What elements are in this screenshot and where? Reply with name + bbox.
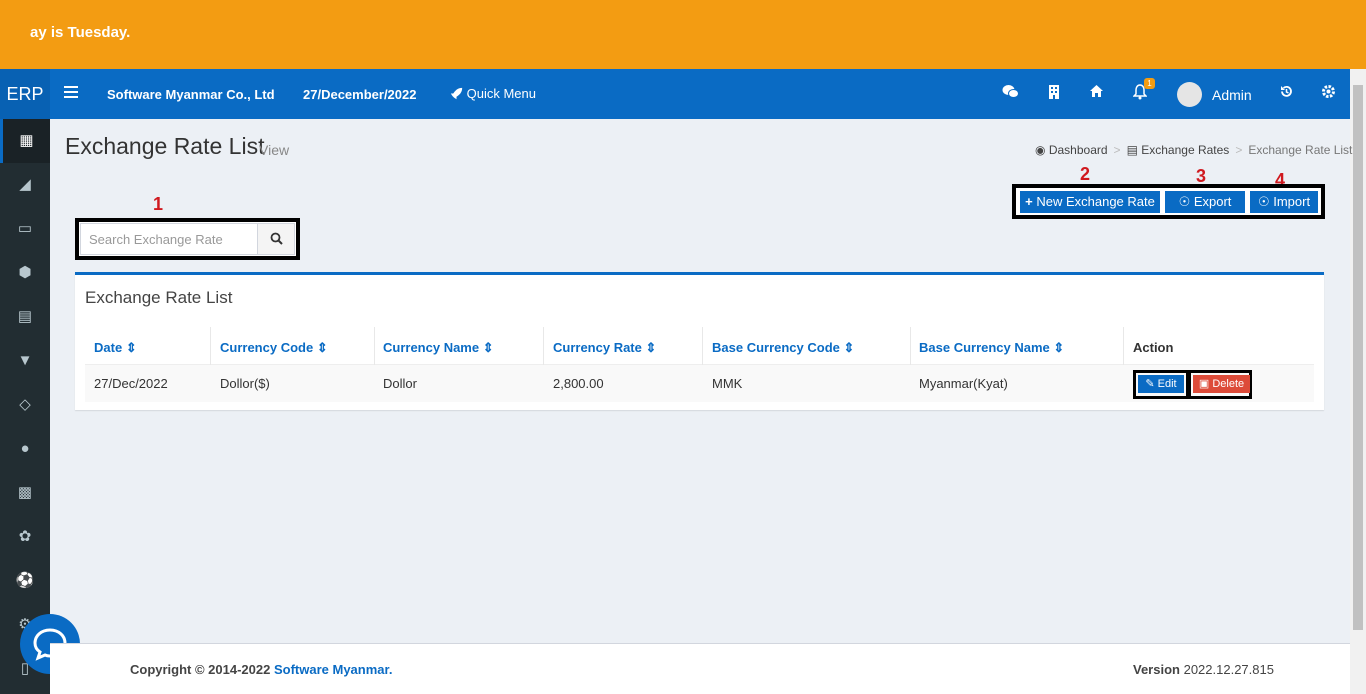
plus-icon: + xyxy=(1025,194,1033,209)
annotation-2: 2 xyxy=(1080,164,1091,184)
area-chart-icon: ◢ xyxy=(19,176,31,193)
sort-icon: ⇕ xyxy=(1053,340,1065,355)
users-icon: ● xyxy=(20,440,30,457)
futbol-icon: ⚽ xyxy=(15,572,35,589)
quick-menu-label: Quick Menu xyxy=(466,86,536,101)
sidebar-item-chart[interactable]: ◢ xyxy=(0,163,50,207)
search-button[interactable] xyxy=(257,223,295,255)
credit-card-icon: ▭ xyxy=(17,220,33,237)
cell-date: 27/Dec/2022 xyxy=(94,376,168,391)
quick-menu-link[interactable]: Quick Menu xyxy=(450,86,536,101)
copyright-text: Copyright © 2014-2022 Software Myanmar. xyxy=(130,662,393,677)
sidebar-item-card[interactable]: ▭ xyxy=(0,207,50,251)
leaf-icon: ✿ xyxy=(18,528,32,545)
current-date: 27/December/2022 xyxy=(303,87,417,102)
search-group xyxy=(75,218,300,260)
sidebar-item-industry[interactable]: ▩ xyxy=(0,471,50,515)
trash-icon: ▣ xyxy=(1198,378,1210,390)
cell-currency-rate: 2,800.00 xyxy=(553,376,604,391)
sidebar-toggle-icon[interactable] xyxy=(64,86,78,102)
th-base-currency-name[interactable]: Base Currency Name ⇕ xyxy=(919,340,1064,356)
page-subtitle: View xyxy=(259,142,290,158)
search-input[interactable] xyxy=(80,223,257,255)
notification-badge: 1 xyxy=(1144,78,1155,89)
industry-icon: ▩ xyxy=(17,484,33,501)
table-row: 27/Dec/2022 Dollor($) Dollor 2,800.00 MM… xyxy=(85,365,1314,402)
app-logo[interactable]: ERP xyxy=(0,69,50,119)
scrollbar-thumb[interactable] xyxy=(1353,85,1363,630)
clipboard-icon: ▤ xyxy=(17,308,33,325)
annotation-1: 1 xyxy=(153,194,164,214)
sidebar-item-diamond[interactable]: ◇ xyxy=(0,383,50,427)
th-base-currency-code[interactable]: Base Currency Code ⇕ xyxy=(712,340,854,356)
upload-circle-icon: ☉ xyxy=(1257,194,1270,209)
sidebar-item-users[interactable]: ● xyxy=(0,427,50,471)
new-exchange-rate-button[interactable]: + New Exchange Rate xyxy=(1020,191,1160,213)
breadcrumb: ◉ Dashboard > ▤ Exchange Rates > Exchange Ra… xyxy=(1035,143,1353,157)
th-currency-code[interactable]: Currency Code ⇕ xyxy=(220,340,328,356)
settings-icon[interactable] xyxy=(1319,84,1337,102)
export-button[interactable]: ☉ Export xyxy=(1165,191,1245,213)
cell-base-currency-name: Myanmar(Kyat) xyxy=(919,376,1008,391)
sidebar-item-cube[interactable]: ⬢ xyxy=(0,251,50,295)
top-navbar: ERP Software Myanmar Co., Ltd 27/Decembe… xyxy=(0,69,1350,119)
banner-text: ay is Tuesday. xyxy=(30,24,131,41)
announcement-banner: ay is Tuesday. xyxy=(0,0,1366,69)
home-icon[interactable] xyxy=(1087,84,1105,102)
sidebar-item-clipboard[interactable]: ▤ xyxy=(0,295,50,339)
sort-icon: ⇕ xyxy=(482,340,494,355)
company-link[interactable]: Software Myanmar. xyxy=(274,662,393,677)
page-scrollbar[interactable] xyxy=(1350,69,1366,694)
pencil-icon: ✎ xyxy=(1145,378,1155,390)
user-name[interactable]: Admin xyxy=(1212,87,1252,103)
cell-currency-code: Dollor($) xyxy=(220,376,270,391)
building-icon: ▤ xyxy=(1126,143,1138,157)
calculator-icon: ▦ xyxy=(19,132,34,149)
page-title: Exchange Rate List xyxy=(65,133,265,159)
download-circle-icon: ☉ xyxy=(1178,194,1191,209)
cell-base-currency-code: MMK xyxy=(712,376,743,391)
avatar[interactable] xyxy=(1177,82,1202,107)
exchange-rate-panel: Exchange Rate List Date ⇕ Currency Code … xyxy=(75,272,1324,410)
search-icon xyxy=(270,232,283,245)
wechat-icon[interactable] xyxy=(1001,84,1019,102)
th-date[interactable]: Date ⇕ xyxy=(94,340,137,356)
diamond-icon: ◇ xyxy=(19,396,31,413)
sidebar-item-futbol[interactable]: ⚽ xyxy=(0,559,50,603)
shopping-cart-icon: ▼ xyxy=(17,352,33,369)
sort-icon: ⇕ xyxy=(843,340,855,355)
sidebar: ▦ ◢ ▭ ⬢ ▤ ▼ ◇ ● ▩ ✿ ⚽ ⚙ ▯ xyxy=(0,119,50,694)
edit-button[interactable]: ✎ Edit xyxy=(1138,375,1184,393)
sidebar-item-cart[interactable]: ▼ xyxy=(0,339,50,383)
th-currency-rate[interactable]: Currency Rate ⇕ xyxy=(553,340,656,356)
sort-icon: ⇕ xyxy=(316,340,328,355)
building-icon[interactable] xyxy=(1045,84,1063,102)
company-name: Software Myanmar Co., Ltd xyxy=(107,87,275,102)
panel-title: Exchange Rate List xyxy=(85,288,233,307)
cube-icon: ⬢ xyxy=(18,264,32,281)
breadcrumb-exchange-rates[interactable]: ▤ Exchange Rates xyxy=(1127,143,1230,157)
rocket-icon xyxy=(450,87,463,100)
cell-currency-name: Dollor xyxy=(383,376,417,391)
history-icon[interactable] xyxy=(1277,84,1295,102)
dashboard-icon: ◉ xyxy=(1035,143,1046,157)
sidebar-item-calculator[interactable]: ▦ xyxy=(0,119,50,163)
import-button[interactable]: ☉ Import xyxy=(1250,191,1318,213)
page-footer: Copyright © 2014-2022 Software Myanmar. … xyxy=(50,643,1350,694)
breadcrumb-current: Exchange Rate List xyxy=(1248,143,1353,157)
table-header: Date ⇕ Currency Code ⇕ Currency Name ⇕ C… xyxy=(85,327,1314,365)
sort-icon: ⇕ xyxy=(125,340,137,355)
delete-action-box: ▣ Delete xyxy=(1188,370,1252,399)
sort-icon: ⇕ xyxy=(645,340,657,355)
th-currency-name[interactable]: Currency Name ⇕ xyxy=(383,340,494,356)
th-action: Action xyxy=(1133,340,1174,355)
delete-button[interactable]: ▣ Delete xyxy=(1193,375,1250,393)
version-text: Version 2022.12.27.815 xyxy=(1133,662,1274,677)
edit-action-box: ✎ Edit xyxy=(1133,370,1189,399)
breadcrumb-dashboard[interactable]: ◉ Dashboard xyxy=(1035,143,1108,157)
toolbar-button-group: + New Exchange Rate ☉ Export ☉ Import xyxy=(1012,184,1325,219)
sidebar-item-leaf[interactable]: ✿ xyxy=(0,515,50,559)
